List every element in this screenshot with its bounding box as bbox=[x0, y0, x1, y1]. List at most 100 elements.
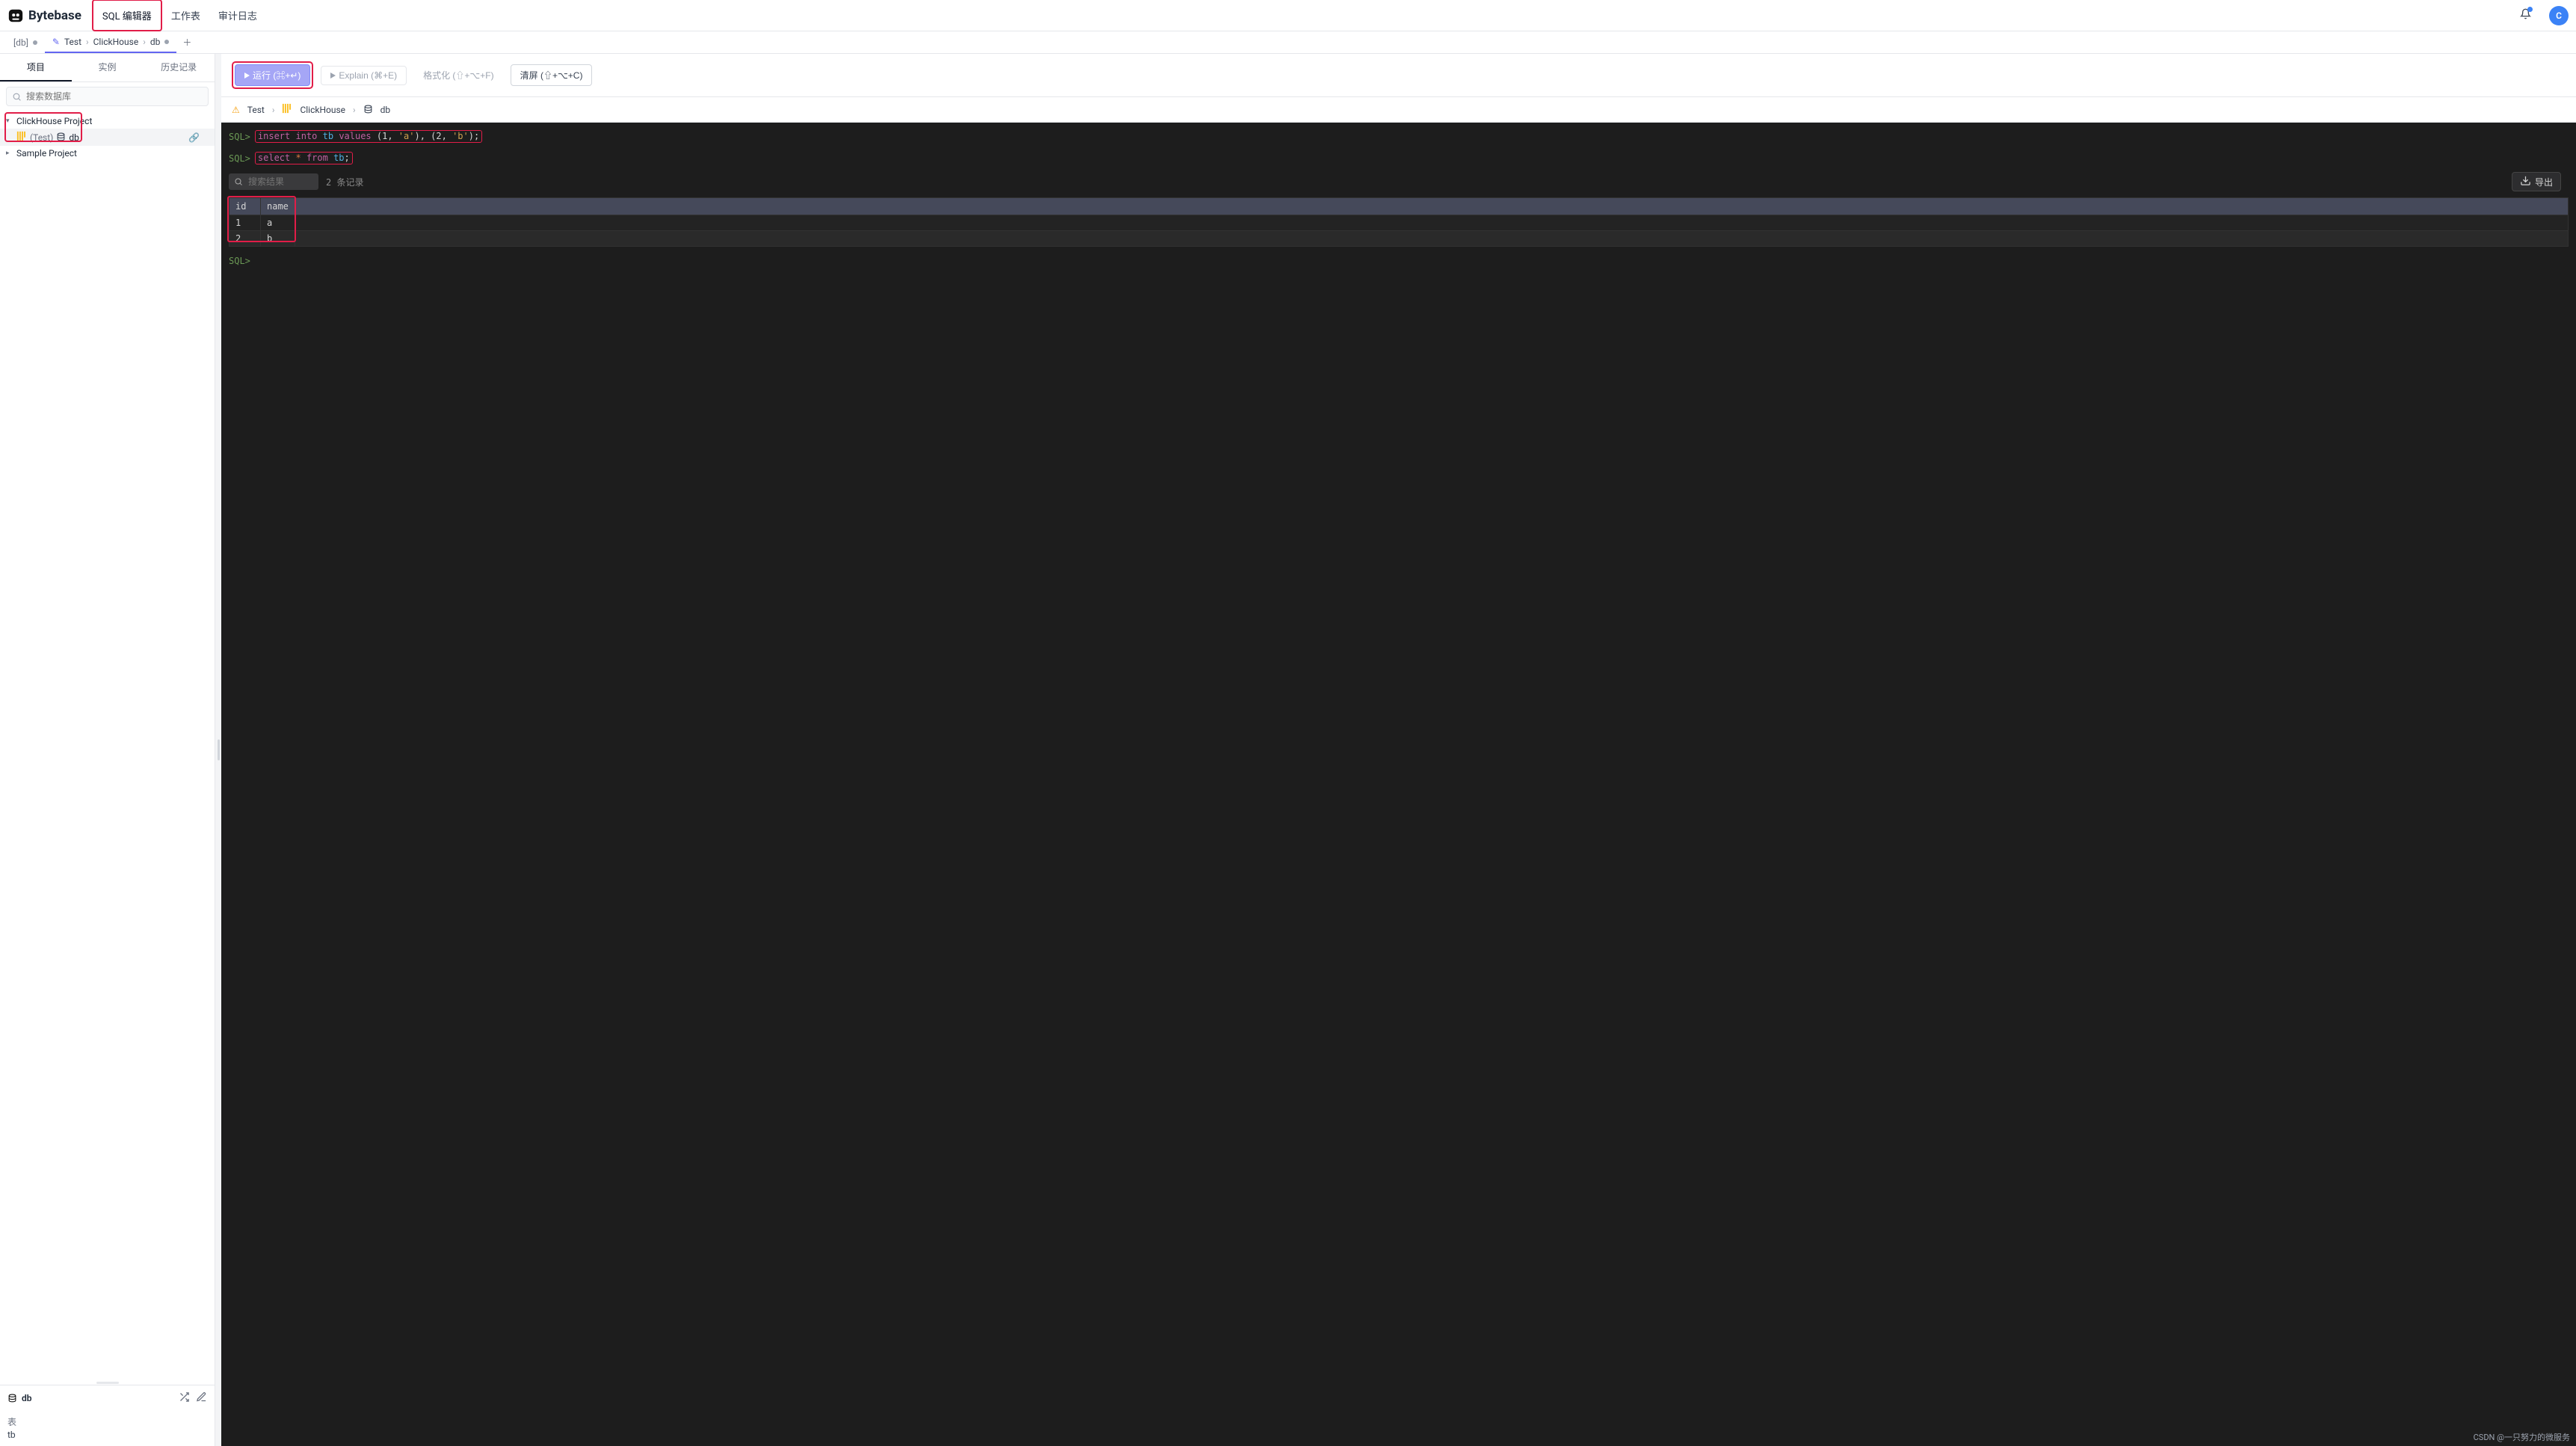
format-button[interactable]: 格式化 (⇧+⌥+F) bbox=[414, 65, 503, 85]
editor-toolbar: 运行 (⌘+↵) Explain (⌘+E) 格式化 (⇧+⌥+F) 清屏 (⇧… bbox=[221, 54, 2576, 97]
annotation-red-box: insert into tb values (1, 'a'), (2, 'b')… bbox=[255, 130, 482, 143]
logo-icon bbox=[7, 7, 24, 24]
edit-icon[interactable] bbox=[196, 1391, 207, 1405]
project-label: ClickHouse Project bbox=[16, 116, 92, 126]
col-id[interactable]: id bbox=[229, 198, 261, 215]
wand-icon: ✎ bbox=[52, 37, 60, 47]
sql-line-3: SQL> bbox=[221, 254, 2576, 268]
tab-unnamed-db[interactable]: [db] bbox=[6, 31, 45, 53]
chevron-right-icon: › bbox=[86, 37, 89, 47]
database-icon bbox=[7, 1394, 17, 1403]
notification-dot bbox=[2527, 7, 2533, 12]
sidebar-tabs: 项目 实例 历史记录 bbox=[0, 54, 215, 82]
app-root: Bytebase SQL 编辑器 工作表 审计日志 C [db] ✎ Test … bbox=[0, 0, 2576, 1446]
db-panel-name: db bbox=[22, 1393, 32, 1403]
database-icon bbox=[363, 105, 373, 114]
table-item[interactable]: tb bbox=[7, 1430, 207, 1440]
project-label: Sample Project bbox=[16, 148, 77, 159]
cell bbox=[295, 231, 2569, 247]
editor-tabbar: [db] ✎ Test › ClickHouse › db ＋ bbox=[0, 31, 2576, 54]
sidebar-search-wrap bbox=[0, 82, 215, 111]
prompt: SQL> bbox=[229, 153, 250, 164]
bc-db[interactable]: db bbox=[380, 105, 391, 115]
cell bbox=[295, 215, 2569, 231]
sidebar-search-input[interactable] bbox=[6, 87, 209, 106]
vertical-resize-grip[interactable] bbox=[215, 54, 221, 1446]
top-header: Bytebase SQL 编辑器 工作表 审计日志 C bbox=[0, 0, 2576, 31]
sidebar-bottom-panel: db 表 tb bbox=[0, 1385, 215, 1446]
shuffle-icon[interactable] bbox=[179, 1391, 190, 1405]
result-table-wrap: id name 1 a 2 b bbox=[229, 197, 2569, 247]
bc-instance[interactable]: ClickHouse bbox=[300, 105, 345, 115]
sidebar: 项目 实例 历史记录 ▾ ClickHouse Project (Test) d… bbox=[0, 54, 215, 1446]
bc-test[interactable]: Test bbox=[247, 105, 265, 115]
warning-icon: ⚠ bbox=[232, 105, 240, 115]
editor-breadcrumb: ⚠ Test › ClickHouse › db bbox=[221, 97, 2576, 123]
brand-logo[interactable]: Bytebase bbox=[7, 7, 81, 24]
export-label: 导出 bbox=[2535, 176, 2553, 188]
top-nav: SQL 编辑器 工作表 审计日志 bbox=[92, 0, 266, 31]
tab-bc-b: ClickHouse bbox=[93, 37, 139, 47]
tab-label: [db] bbox=[13, 37, 28, 48]
clickhouse-icon bbox=[16, 131, 27, 144]
brand-text: Bytebase bbox=[28, 8, 81, 23]
annotation-red-box: select * from tb; bbox=[255, 152, 353, 164]
export-button[interactable]: 导出 bbox=[2512, 172, 2561, 191]
result-count: 2 条记录 bbox=[326, 176, 363, 188]
database-icon bbox=[56, 132, 66, 142]
unsaved-dot-icon bbox=[33, 40, 37, 45]
unsaved-dot-icon bbox=[164, 40, 169, 44]
sidebar-tab-instance[interactable]: 实例 bbox=[72, 54, 144, 81]
add-tab-button[interactable]: ＋ bbox=[176, 36, 197, 49]
watermark: CSDN @一只努力的微服务 bbox=[2474, 1431, 2570, 1443]
nav-audit-log[interactable]: 审计日志 bbox=[209, 1, 266, 30]
chevron-right-icon: › bbox=[353, 105, 356, 115]
chevron-down-icon: ▾ bbox=[6, 117, 13, 125]
tab-bc-a: Test bbox=[64, 37, 81, 47]
chevron-right-icon: › bbox=[143, 37, 146, 47]
tables-section-label: 表 bbox=[7, 1415, 207, 1428]
link-icon[interactable]: 🔗 bbox=[188, 132, 200, 143]
col-rest bbox=[295, 198, 2569, 215]
play-icon bbox=[330, 73, 336, 79]
run-button[interactable]: 运行 (⌘+↵) bbox=[235, 64, 310, 86]
main-panel: 运行 (⌘+↵) Explain (⌘+E) 格式化 (⇧+⌥+F) 清屏 (⇧… bbox=[221, 54, 2576, 1446]
table-row[interactable]: 2 b bbox=[229, 231, 2569, 247]
table-row[interactable]: 1 a bbox=[229, 215, 2569, 231]
clear-button[interactable]: 清屏 (⇧+⌥+C) bbox=[511, 64, 593, 86]
bell-icon bbox=[2520, 11, 2531, 22]
tab-active-db[interactable]: ✎ Test › ClickHouse › db bbox=[45, 31, 176, 53]
project-tree: ▾ ClickHouse Project (Test) db 🔗 ▸ Sampl… bbox=[0, 111, 215, 1380]
nav-sql-editor[interactable]: SQL 编辑器 bbox=[92, 0, 162, 31]
chevron-right-icon: › bbox=[272, 105, 275, 115]
sidebar-tab-project[interactable]: 项目 bbox=[0, 54, 72, 81]
tree-project-sample[interactable]: ▸ Sample Project bbox=[0, 146, 215, 161]
cell: 2 bbox=[229, 231, 261, 247]
sql-console[interactable]: SQL> insert into tb values (1, 'a'), (2,… bbox=[221, 123, 2576, 1446]
sidebar-tab-history[interactable]: 历史记录 bbox=[143, 54, 215, 81]
annotation-red-box: 运行 (⌘+↵) bbox=[232, 61, 313, 89]
body: 项目 实例 历史记录 ▾ ClickHouse Project (Test) d… bbox=[0, 54, 2576, 1446]
run-label: 运行 (⌘+↵) bbox=[253, 69, 301, 81]
result-search-input[interactable] bbox=[229, 173, 318, 190]
explain-button[interactable]: Explain (⌘+E) bbox=[321, 66, 407, 85]
nav-worksheet[interactable]: 工作表 bbox=[162, 1, 209, 30]
col-name[interactable]: name bbox=[261, 198, 295, 215]
user-avatar[interactable]: C bbox=[2549, 6, 2569, 25]
tree-project-clickhouse[interactable]: ▾ ClickHouse Project bbox=[0, 114, 215, 129]
notifications-button[interactable] bbox=[2517, 5, 2534, 25]
sql-line-1: SQL> insert into tb values (1, 'a'), (2,… bbox=[221, 129, 2576, 144]
result-table: id name 1 a 2 b bbox=[229, 197, 2569, 247]
cell: 1 bbox=[229, 215, 261, 231]
cell: a bbox=[261, 215, 295, 231]
cell: b bbox=[261, 231, 295, 247]
tree-db-item[interactable]: (Test) db 🔗 bbox=[0, 129, 215, 146]
prompt: SQL> bbox=[229, 132, 250, 142]
explain-label: Explain (⌘+E) bbox=[339, 70, 397, 81]
db-panel-header: db bbox=[7, 1391, 207, 1405]
tab-bc-c: db bbox=[150, 37, 161, 47]
download-icon bbox=[2520, 175, 2531, 188]
clickhouse-icon bbox=[282, 103, 292, 116]
result-toolbar: 2 条记录 导出 bbox=[221, 167, 2576, 196]
db-name: db bbox=[69, 132, 79, 143]
